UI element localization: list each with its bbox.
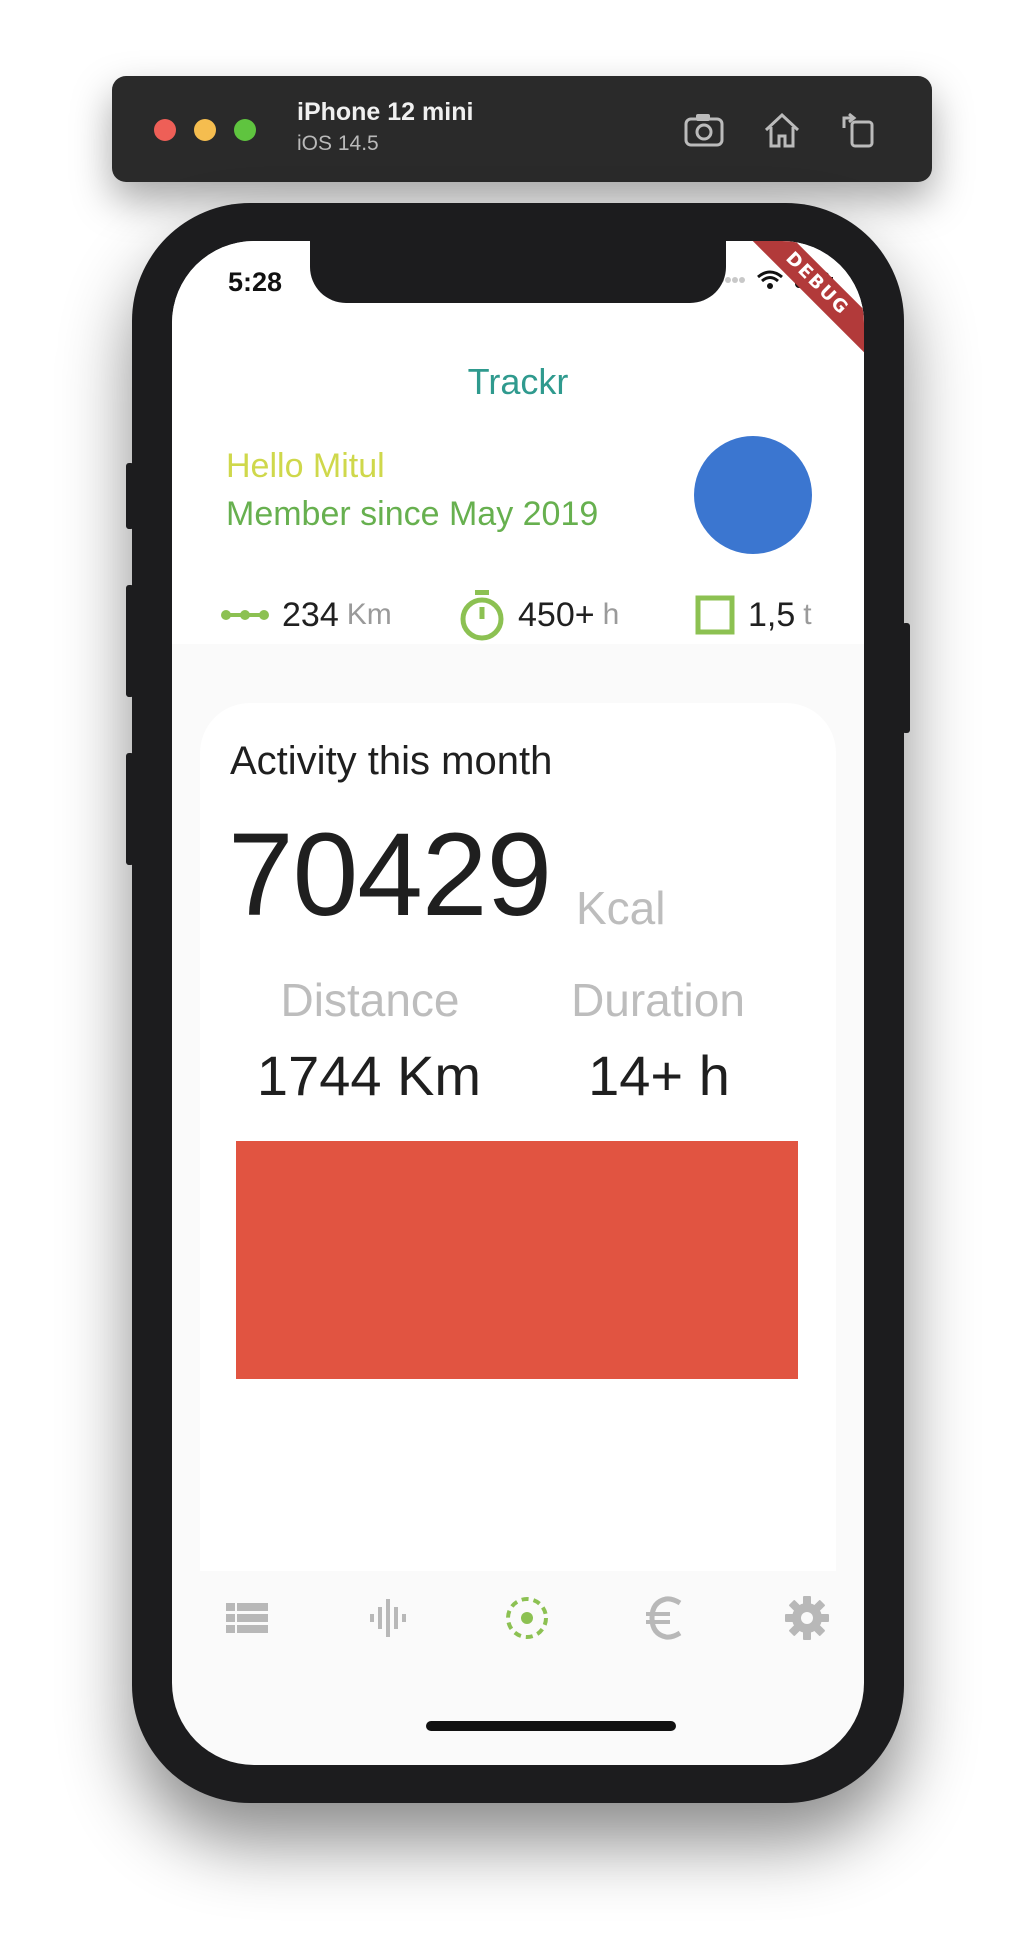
simulator-title-bar: iPhone 12 mini iOS 14.5	[112, 76, 932, 182]
app-screen: Trackr Hello Mitul Member since May 2019…	[172, 241, 864, 1765]
distance-value: 1744 Km	[256, 1044, 482, 1107]
stat-distance: 234 Km	[220, 587, 392, 643]
activity-card: Activity this month 70429 Kcal Distance …	[200, 703, 836, 1603]
power-button	[902, 623, 910, 733]
stat-distance-value: 234	[282, 595, 339, 634]
euro-icon	[646, 1596, 682, 1640]
waveform-icon	[370, 1599, 406, 1637]
stat-time-value: 450+	[518, 595, 595, 634]
stat-distance-unit: Km	[346, 598, 392, 631]
route-icon	[221, 610, 269, 620]
calories-unit: Kcal	[576, 882, 666, 934]
zoom-window-button[interactable]	[234, 119, 256, 141]
list-icon	[226, 1603, 268, 1633]
os-version: iOS 14.5	[297, 132, 379, 155]
home-button[interactable]	[760, 108, 804, 152]
stat-weight-unit: t	[803, 598, 812, 631]
bottom-navigation	[172, 1571, 864, 1681]
volume-up-button	[126, 585, 134, 697]
nav-settings[interactable]	[782, 1593, 832, 1643]
app-title: Trackr	[467, 361, 569, 402]
gear-icon	[785, 1596, 829, 1640]
distance-label: Distance	[280, 974, 460, 1026]
phone-frame: Trackr Hello Mitul Member since May 2019…	[126, 203, 910, 1803]
device-name: iPhone 12 mini	[297, 98, 474, 126]
status-time: 5:28	[228, 267, 283, 297]
duration-value: 14+ h	[588, 1044, 730, 1107]
home-indicator[interactable]	[426, 1721, 676, 1731]
home-icon	[764, 112, 800, 148]
activity-title: Activity this month	[230, 739, 553, 783]
nav-activity[interactable]	[362, 1593, 412, 1643]
minimize-window-button[interactable]	[194, 119, 216, 141]
close-window-button[interactable]	[154, 119, 176, 141]
member-since-text: Member since May 2019	[226, 495, 599, 533]
nav-overview[interactable]	[502, 1593, 552, 1643]
activity-chart-placeholder	[236, 1141, 798, 1379]
wifi-icon	[757, 270, 783, 289]
rotate-button[interactable]	[836, 108, 880, 152]
rotate-icon	[842, 112, 874, 148]
duration-label: Duration	[571, 974, 745, 1026]
volume-down-button	[126, 753, 134, 865]
screenshot-icon	[684, 114, 724, 147]
screenshot-button[interactable]	[682, 108, 726, 152]
stat-time: 450+ h	[458, 587, 619, 643]
calories-value: 70429	[228, 809, 552, 941]
square-icon	[695, 595, 735, 635]
nav-finance[interactable]	[642, 1593, 692, 1643]
stat-weight: 1,5 t	[694, 587, 812, 643]
avatar[interactable]	[694, 436, 812, 554]
stopwatch-icon	[460, 590, 504, 641]
stat-weight-value: 1,5	[748, 595, 796, 634]
target-icon	[506, 1597, 548, 1639]
mute-switch	[126, 463, 134, 529]
greeting-text: Hello Mitul	[226, 447, 385, 485]
stat-time-unit: h	[602, 598, 620, 631]
notch	[310, 241, 726, 303]
nav-list[interactable]	[222, 1593, 272, 1643]
